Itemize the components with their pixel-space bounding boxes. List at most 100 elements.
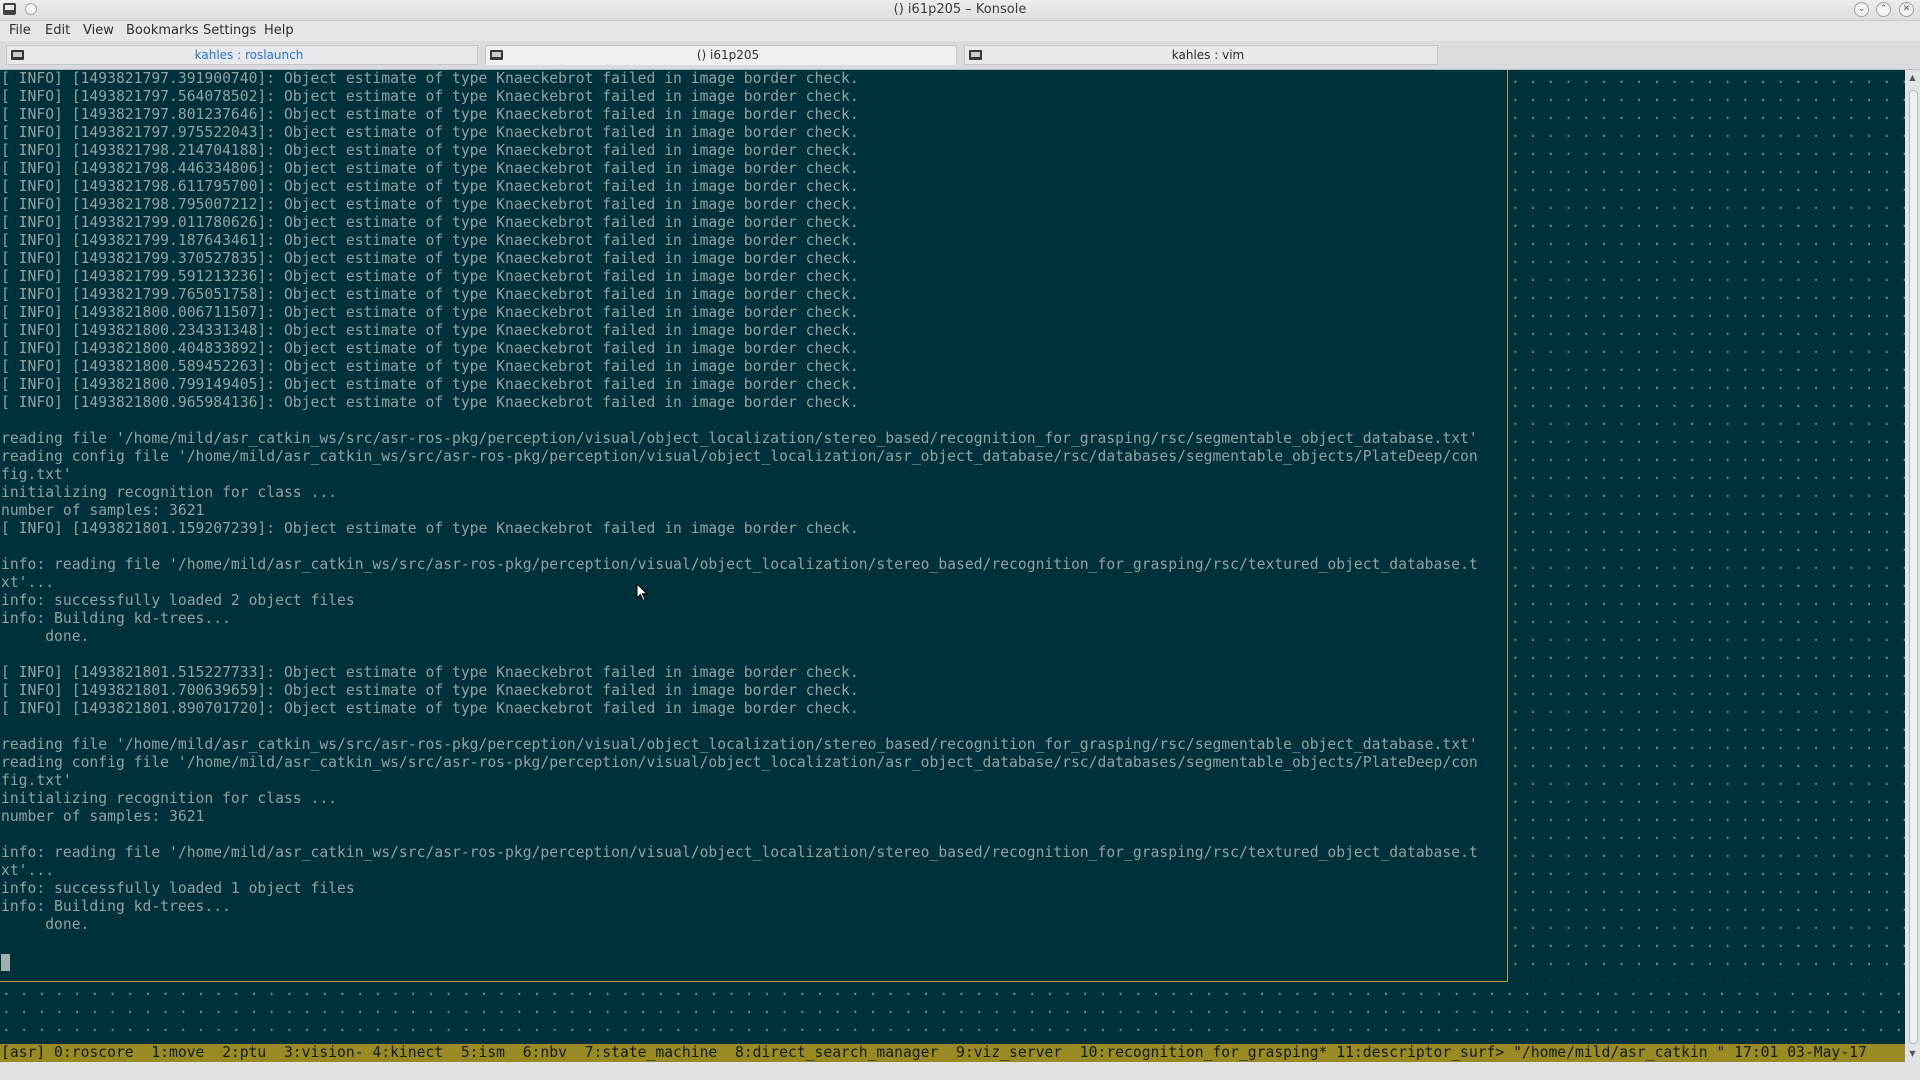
terminal-line: [ INFO] [1493821801.515227733]: Object e… <box>1 664 859 681</box>
pane-fill-dots: . . . . . . . . . . . . . . . . . . . . … <box>1511 178 1905 195</box>
terminal-line: [ INFO] [1493821799.187643461]: Object e… <box>1 232 859 249</box>
pane-fill-dots: . . . . . . . . . . . . . . . . . . . . … <box>1511 340 1905 357</box>
tab-bar: kahles : roslaunch () i61p205 kahles : v… <box>0 41 1920 70</box>
tab-label: kahles : roslaunch <box>194 48 304 62</box>
pane-fill-dots: . . . . . . . . . . . . . . . . . . . . … <box>1511 394 1905 411</box>
terminal-line: [ INFO] [1493821800.234331348]: Object e… <box>1 322 859 339</box>
terminal-line: fig.txt' <box>1 772 72 789</box>
pane-fill-dots: . . . . . . . . . . . . . . . . . . . . … <box>1511 142 1905 159</box>
pane-fill-dots: . . . . . . . . . . . . . . . . . . . . … <box>1511 970 1905 981</box>
mouse-pointer-icon <box>636 583 648 602</box>
pane-fill-dots: . . . . . . . . . . . . . . . . . . . . … <box>1511 718 1905 735</box>
scrollbar-thumb[interactable] <box>1909 90 1918 1044</box>
terminal-line: initializing recognition for class ... <box>1 484 338 501</box>
pane-fill-dots: . . . . . . . . . . . . . . . . . . . . … <box>2 1018 1904 1035</box>
terminal-line: initializing recognition for class ... <box>1 790 338 807</box>
minimize-icon[interactable]: ⌄ <box>1854 2 1869 17</box>
pane-fill-dots: . . . . . . . . . . . . . . . . . . . . … <box>1511 484 1905 501</box>
menu-bookmarks[interactable]: Bookmarks <box>124 22 201 39</box>
menu-view[interactable]: View <box>81 22 116 39</box>
terminal-line: info: reading file '/home/mild/asr_catki… <box>1 556 1478 573</box>
pane-fill-dots: . . . . . . . . . . . . . . . . . . . . … <box>1511 268 1905 285</box>
pane-fill-dots: . . . . . . . . . . . . . . . . . . . . … <box>1511 736 1905 753</box>
title-bar: () i61p205 – Konsole ⌄ ⌃ ✕ <box>0 0 1920 21</box>
pane-fill-dots: . . . . . . . . . . . . . . . . . . . . … <box>1511 70 1905 87</box>
terminal-line: fig.txt' <box>1 466 72 483</box>
terminal-line: info: successfully loaded 2 object files <box>1 592 355 609</box>
terminal-line: number of samples: 3621 <box>1 808 205 825</box>
pane-fill-dots: . . . . . . . . . . . . . . . . . . . . … <box>1511 790 1905 807</box>
terminal-line: [ INFO] [1493821799.765051758]: Object e… <box>1 286 859 303</box>
pane-fill-dots: . . . . . . . . . . . . . . . . . . . . … <box>1511 376 1905 393</box>
terminal-line: [ INFO] [1493821798.611795700]: Object e… <box>1 178 859 195</box>
terminal-icon <box>969 50 982 60</box>
menu-file[interactable]: File <box>7 22 33 39</box>
pane-fill-dots: . . . . . . . . . . . . . . . . . . . . … <box>1511 700 1905 717</box>
pane-fill-dots: . . . . . . . . . . . . . . . . . . . . … <box>1511 898 1905 915</box>
terminal-line: [ INFO] [1493821798.214704188]: Object e… <box>1 142 859 159</box>
pane-fill-dots: . . . . . . . . . . . . . . . . . . . . … <box>1511 430 1905 447</box>
pane-fill-dots: . . . . . . . . . . . . . . . . . . . . … <box>1511 214 1905 231</box>
tmux-pane-empty[interactable]: . . . . . . . . . . . . . . . . . . . . … <box>1509 70 1905 981</box>
terminal-line: [ INFO] [1493821800.589452263]: Object e… <box>1 358 859 375</box>
pane-fill-dots: . . . . . . . . . . . . . . . . . . . . … <box>1511 448 1905 465</box>
terminal-line: [ INFO] [1493821800.404833892]: Object e… <box>1 340 859 357</box>
menu-edit[interactable]: Edit <box>43 22 72 39</box>
tab-i61p205[interactable]: () i61p205 <box>485 45 957 65</box>
terminal-line: [ INFO] [1493821797.975522043]: Object e… <box>1 124 859 141</box>
pane-divider <box>1507 70 1508 981</box>
terminal-line: [ INFO] [1493821800.965984136]: Object e… <box>1 394 859 411</box>
terminal-line: [ INFO] [1493821798.795007212]: Object e… <box>1 196 859 213</box>
terminal-line: [ INFO] [1493821801.700639659]: Object e… <box>1 682 859 699</box>
scroll-down-icon[interactable]: ▼ <box>1908 1049 1917 1058</box>
scroll-up-icon[interactable]: ▲ <box>1908 73 1917 82</box>
pane-fill-dots: . . . . . . . . . . . . . . . . . . . . … <box>1511 808 1905 825</box>
pane-fill-dots: . . . . . . . . . . . . . . . . . . . . … <box>1511 664 1905 681</box>
pane-fill-dots: . . . . . . . . . . . . . . . . . . . . … <box>1511 592 1905 609</box>
pane-fill-dots: . . . . . . . . . . . . . . . . . . . . … <box>1511 286 1905 303</box>
pane-fill-dots: . . . . . . . . . . . . . . . . . . . . … <box>1511 646 1905 663</box>
terminal-line: info: Building kd-trees... <box>1 898 231 915</box>
pane-fill-dots: . . . . . . . . . . . . . . . . . . . . … <box>1511 556 1905 573</box>
pane-fill-dots: . . . . . . . . . . . . . . . . . . . . … <box>1511 358 1905 375</box>
tmux-pane-main[interactable]: [ INFO] [1493821797.391900740]: Object e… <box>0 70 1507 981</box>
window-bottom-edge <box>0 1062 1920 1080</box>
pane-fill-dots: . . . . . . . . . . . . . . . . . . . . … <box>1511 196 1905 213</box>
pane-fill-dots: . . . . . . . . . . . . . . . . . . . . … <box>1511 754 1905 771</box>
pane-fill-dots: . . . . . . . . . . . . . . . . . . . . … <box>1511 304 1905 321</box>
terminal-line: reading config file '/home/mild/asr_catk… <box>1 448 1478 465</box>
terminal-line: [ INFO] [1493821799.370527835]: Object e… <box>1 250 859 267</box>
pane-fill-dots: . . . . . . . . . . . . . . . . . . . . … <box>1511 520 1905 537</box>
terminal-line: [ INFO] [1493821799.011780626]: Object e… <box>1 214 859 231</box>
tmux-status-bar: [asr] 0:roscore 1:move 2:ptu 3:vision- 4… <box>0 1044 1905 1062</box>
terminal-line: [ INFO] [1493821797.391900740]: Object e… <box>1 70 859 87</box>
terminal-scrollbar[interactable]: ▲ ▼ <box>1905 70 1920 1062</box>
pane-fill-dots: . . . . . . . . . . . . . . . . . . . . … <box>1511 682 1905 699</box>
terminal-line: [ INFO] [1493821798.446334806]: Object e… <box>1 160 859 177</box>
terminal-line: [ INFO] [1493821797.564078502]: Object e… <box>1 88 859 105</box>
pane-fill-dots: . . . . . . . . . . . . . . . . . . . . … <box>1511 502 1905 519</box>
terminal-line: info: successfully loaded 1 object files <box>1 880 355 897</box>
terminal-line: [ INFO] [1493821797.801237646]: Object e… <box>1 106 859 123</box>
close-icon[interactable]: ✕ <box>1899 2 1914 17</box>
menu-help[interactable]: Help <box>262 22 296 39</box>
pane-fill-dots: . . . . . . . . . . . . . . . . . . . . … <box>1511 322 1905 339</box>
tab-vim[interactable]: kahles : vim <box>964 45 1438 65</box>
terminal-view[interactable]: [ INFO] [1493821797.391900740]: Object e… <box>0 70 1905 1062</box>
pane-fill-dots: . . . . . . . . . . . . . . . . . . . . … <box>1511 844 1905 861</box>
tab-roslaunch[interactable]: kahles : roslaunch <box>6 45 478 65</box>
pane-fill-dots: . . . . . . . . . . . . . . . . . . . . … <box>1511 916 1905 933</box>
maximize-icon[interactable]: ⌃ <box>1876 2 1891 17</box>
tab-label: () i61p205 <box>696 48 760 62</box>
terminal-line: info: Building kd-trees... <box>1 610 231 627</box>
terminal-line: info: reading file '/home/mild/asr_catki… <box>1 844 1478 861</box>
text-cursor <box>1 954 10 971</box>
terminal-line: [ INFO] [1493821801.159207239]: Object e… <box>1 520 859 537</box>
menu-settings[interactable]: Settings <box>201 22 258 39</box>
pane-fill-dots: . . . . . . . . . . . . . . . . . . . . … <box>1511 952 1905 969</box>
pane-fill-dots: . . . . . . . . . . . . . . . . . . . . … <box>2 1000 1904 1017</box>
pane-fill-dots: . . . . . . . . . . . . . . . . . . . . … <box>1511 628 1905 645</box>
terminal-line: [ INFO] [1493821800.006711507]: Object e… <box>1 304 859 321</box>
pane-fill-dots: . . . . . . . . . . . . . . . . . . . . … <box>1511 412 1905 429</box>
tmux-pane-bottom[interactable]: . . . . . . . . . . . . . . . . . . . . … <box>0 982 1905 1036</box>
